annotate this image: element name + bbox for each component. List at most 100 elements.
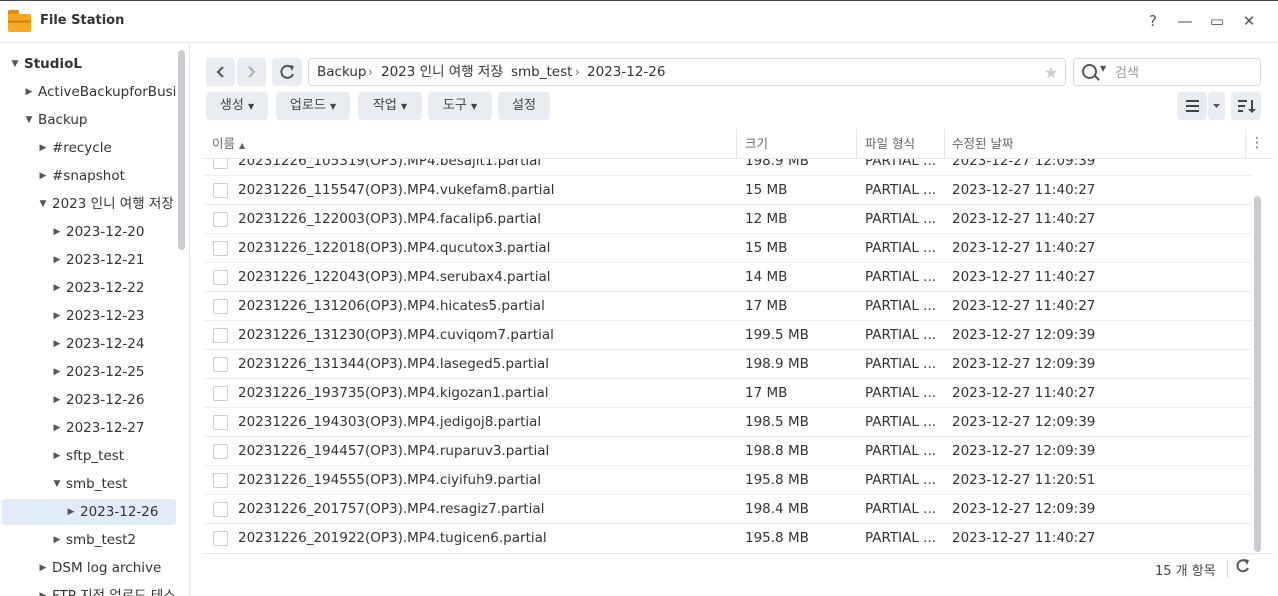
caret-right-icon[interactable]: ▶ xyxy=(52,415,62,441)
close-icon[interactable]: ✕ xyxy=(1238,10,1260,32)
row-checkbox[interactable] xyxy=(213,502,228,517)
row-checkbox[interactable] xyxy=(213,357,228,372)
back-button[interactable] xyxy=(206,58,235,86)
caret-right-icon[interactable]: ▶ xyxy=(52,387,62,413)
row-checkbox[interactable] xyxy=(213,415,228,430)
file-row[interactable]: 20231226_201922(OP3).MP4.tugicen6.partia… xyxy=(204,524,1252,552)
file-row[interactable]: 20231226_194457(OP3).MP4.ruparuv3.partia… xyxy=(204,437,1252,466)
action-menu-button[interactable]: 작업 ▼ xyxy=(358,92,422,120)
sidebar-tree-item[interactable]: ▼ smb_test xyxy=(0,471,176,497)
sidebar-tree-item[interactable]: ▶ 2023-12-25 xyxy=(0,359,176,385)
forward-button[interactable] xyxy=(237,58,266,86)
sidebar-tree-item[interactable]: ▼ 2023 인니 여행 저장 xyxy=(0,191,176,217)
row-checkbox[interactable] xyxy=(213,241,228,256)
create-menu-button[interactable]: 생성 ▼ xyxy=(206,92,268,120)
refresh-button[interactable] xyxy=(272,58,302,86)
file-row[interactable]: 20231226_193735(OP3).MP4.kigozan1.partia… xyxy=(204,379,1252,408)
caret-right-icon[interactable]: ▶ xyxy=(38,163,48,189)
caret-right-icon[interactable]: ▶ xyxy=(52,219,62,245)
caret-down-icon[interactable]: ▼ xyxy=(38,191,48,217)
sidebar-tree-item[interactable]: ▶ #snapshot xyxy=(0,163,176,189)
search-input[interactable] xyxy=(1113,63,1257,83)
sidebar-tree-item[interactable]: ▶ sftp_test xyxy=(0,443,176,469)
caret-down-icon[interactable]: ▼ xyxy=(52,471,62,497)
sidebar-tree-item[interactable]: ▶ 2023-12-26 xyxy=(2,499,176,525)
caret-right-icon[interactable]: ▶ xyxy=(52,527,62,553)
file-row[interactable]: 20231226_131230(OP3).MP4.cuviqom7.partia… xyxy=(204,321,1252,350)
file-row[interactable]: 20231226_122043(OP3).MP4.serubax4.partia… xyxy=(204,263,1252,292)
breadcrumb-item[interactable]: smb_test xyxy=(511,59,572,85)
row-checkbox[interactable] xyxy=(213,531,228,546)
file-row[interactable]: 20231226_115547(OP3).MP4.vukefam8.partia… xyxy=(204,176,1252,205)
row-checkbox[interactable] xyxy=(213,386,228,401)
sidebar-tree-item[interactable]: ▶ DSM log archive xyxy=(0,555,176,581)
caret-right-icon[interactable]: ▶ xyxy=(38,555,48,581)
caret-right-icon[interactable]: ▶ xyxy=(38,135,48,161)
row-checkbox[interactable] xyxy=(213,328,228,343)
list-view-button[interactable] xyxy=(1177,92,1207,120)
column-header-modified[interactable]: 수정된 날짜 xyxy=(952,129,1013,158)
breadcrumb[interactable]: Backup › 2023 인니 여행 저장 › smb_test › 2023… xyxy=(308,58,1066,86)
sort-button[interactable] xyxy=(1231,92,1261,120)
row-checkbox[interactable] xyxy=(213,473,228,488)
column-options-icon[interactable]: ⋮ xyxy=(1250,129,1264,158)
sidebar-tree-item[interactable]: ▼ StudioL xyxy=(0,51,176,77)
caret-right-icon[interactable]: ▶ xyxy=(52,303,62,329)
sidebar-tree-item[interactable]: ▶ 2023-12-26 xyxy=(0,387,176,413)
search-box[interactable]: ▼ xyxy=(1073,58,1261,86)
search-icon[interactable] xyxy=(1082,64,1097,79)
refresh-icon[interactable] xyxy=(1235,558,1251,580)
row-checkbox[interactable] xyxy=(213,212,228,227)
sidebar-tree-item[interactable]: ▼ Backup xyxy=(0,107,176,133)
caret-down-icon[interactable]: ▼ xyxy=(10,51,20,77)
breadcrumb-item[interactable]: Backup xyxy=(317,59,367,85)
settings-button[interactable]: 설정 xyxy=(498,92,550,120)
row-checkbox[interactable] xyxy=(213,444,228,459)
caret-right-icon[interactable]: ▶ xyxy=(38,583,48,596)
favorite-star-icon[interactable]: ★ xyxy=(1044,63,1058,82)
file-row[interactable]: 20231226_105319(OP3).MP4.besajit1.partia… xyxy=(204,159,1252,176)
sidebar-scrollbar[interactable] xyxy=(178,50,185,250)
file-list-scrollbar[interactable] xyxy=(1254,196,1261,552)
sidebar-tree-item[interactable]: ▶ 2023-12-23 xyxy=(0,303,176,329)
sidebar-tree-item[interactable]: ▶ #recycle xyxy=(0,135,176,161)
upload-menu-button[interactable]: 업로드 ▼ xyxy=(276,92,350,120)
sidebar-tree-item[interactable]: ▶ 2023-12-22 xyxy=(0,275,176,301)
sidebar-tree-item[interactable]: ▶ FTP 지정 업로드 테스트 xyxy=(0,583,176,596)
file-row[interactable]: 20231226_122018(OP3).MP4.qucutox3.partia… xyxy=(204,234,1252,263)
file-row[interactable]: 20231226_122003(OP3).MP4.facalip6.partia… xyxy=(204,205,1252,234)
file-row[interactable]: 20231226_131206(OP3).MP4.hicates5.partia… xyxy=(204,292,1252,321)
column-header-name[interactable]: 이름 ▲ xyxy=(212,129,245,158)
column-header-size[interactable]: 크기 xyxy=(745,129,768,158)
caret-right-icon[interactable]: ▶ xyxy=(24,79,34,105)
sidebar-tree-item[interactable]: ▶ smb_test2 xyxy=(0,527,176,553)
chevron-down-icon[interactable]: ▼ xyxy=(1100,64,1106,73)
sidebar-tree-item[interactable]: ▶ 2023-12-20 xyxy=(0,219,176,245)
sidebar-tree-item[interactable]: ▶ 2023-12-24 xyxy=(0,331,176,357)
file-row[interactable]: 20231226_194303(OP3).MP4.jedigoj8.partia… xyxy=(204,408,1252,437)
maximize-icon[interactable]: ▭ xyxy=(1206,10,1228,32)
caret-right-icon[interactable]: ▶ xyxy=(52,359,62,385)
caret-right-icon[interactable]: ▶ xyxy=(52,443,62,469)
help-icon[interactable]: ? xyxy=(1142,10,1164,32)
caret-right-icon[interactable]: ▶ xyxy=(52,331,62,357)
column-header-type[interactable]: 파일 형식 xyxy=(865,129,915,158)
sidebar-tree-item[interactable]: ▶ 2023-12-21 xyxy=(0,247,176,273)
tools-menu-button[interactable]: 도구 ▼ xyxy=(428,92,492,120)
row-checkbox[interactable] xyxy=(213,299,228,314)
breadcrumb-item[interactable]: 2023-12-26 xyxy=(587,59,665,85)
file-row[interactable]: 20231226_131344(OP3).MP4.laseged5.partia… xyxy=(204,350,1252,379)
caret-down-icon[interactable]: ▼ xyxy=(24,107,34,133)
row-checkbox[interactable] xyxy=(213,270,228,285)
row-checkbox[interactable] xyxy=(213,183,228,198)
file-row[interactable]: 20231226_201757(OP3).MP4.resagiz7.partia… xyxy=(204,495,1252,524)
caret-right-icon[interactable]: ▶ xyxy=(52,247,62,273)
sidebar-tree-item[interactable]: ▶ 2023-12-27 xyxy=(0,415,176,441)
breadcrumb-item[interactable]: 2023 인니 여행 저장 xyxy=(381,59,503,85)
file-row[interactable]: 20231226_194555(OP3).MP4.ciyifuh9.partia… xyxy=(204,466,1252,495)
caret-right-icon[interactable]: ▶ xyxy=(66,499,76,525)
row-checkbox[interactable] xyxy=(213,159,228,169)
view-options-dropdown[interactable] xyxy=(1208,92,1225,120)
sidebar-tree-item[interactable]: ▶ ActiveBackupforBusir xyxy=(0,79,176,105)
minimize-icon[interactable]: — xyxy=(1174,10,1196,32)
